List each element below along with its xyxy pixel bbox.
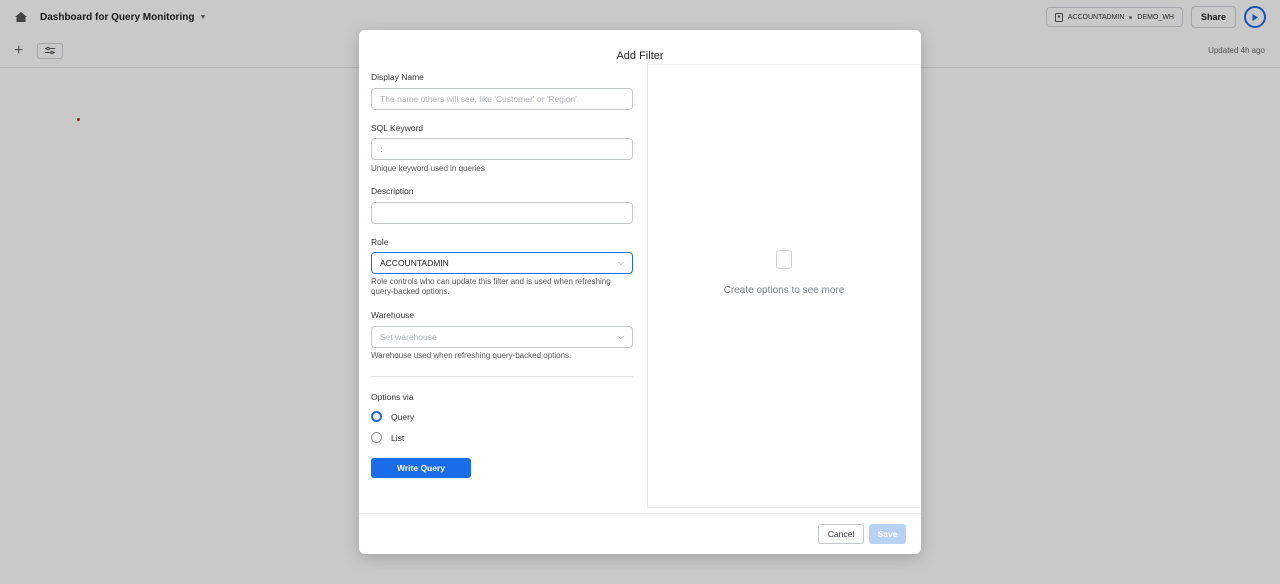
radio-selected-icon[interactable] bbox=[371, 411, 382, 422]
add-filter-dialog: Add Filter Display Name The name others … bbox=[359, 30, 921, 554]
dialog-footer: Cancel Save bbox=[359, 513, 921, 554]
sql-keyword-help: Unique keyword used in queries bbox=[371, 164, 485, 173]
write-query-button[interactable]: Write Query bbox=[371, 458, 471, 478]
role-help: Role controls who can update this filter… bbox=[371, 277, 611, 296]
role-value: ACCOUNTADMIN bbox=[380, 258, 449, 268]
dialog-title: Add Filter bbox=[616, 50, 664, 62]
options-radio-list[interactable]: List bbox=[371, 432, 404, 443]
warehouse-label: Warehouse bbox=[371, 310, 415, 320]
sql-keyword-input[interactable]: : bbox=[371, 138, 633, 160]
warehouse-placeholder: Set warehouse bbox=[380, 332, 437, 342]
chevron-down-icon: ⌵ bbox=[617, 332, 624, 341]
radio-label-list: List bbox=[391, 432, 405, 443]
chevron-down-icon: ⌵ bbox=[617, 258, 624, 267]
form-divider bbox=[371, 376, 633, 377]
description-label: Description bbox=[371, 186, 414, 196]
sql-keyword-value: : bbox=[380, 144, 383, 154]
role-select[interactable]: ACCOUNTADMIN ⌵ bbox=[371, 252, 633, 274]
options-via-label: Options via bbox=[371, 392, 414, 402]
display-name-label: Display Name bbox=[371, 72, 424, 82]
options-preview-panel: Create options to see more bbox=[647, 64, 920, 508]
description-input[interactable] bbox=[371, 202, 633, 224]
warehouse-select[interactable]: Set warehouse ⌵ bbox=[371, 326, 633, 348]
empty-state-text: Create options to see more bbox=[723, 285, 845, 296]
display-name-input[interactable]: The name others will see, like 'Customer… bbox=[371, 88, 633, 110]
role-label: Role bbox=[371, 237, 389, 247]
radio-label-query: Query bbox=[391, 411, 415, 422]
save-button[interactable]: Save bbox=[869, 524, 906, 544]
options-radio-query[interactable]: Query bbox=[371, 411, 414, 422]
warehouse-help: Warehouse used when refreshing query-bac… bbox=[371, 351, 572, 360]
sql-keyword-label: SQL Keyword bbox=[371, 123, 424, 133]
cancel-button[interactable]: Cancel bbox=[818, 524, 864, 544]
empty-options-icon bbox=[776, 250, 792, 269]
radio-unselected-icon[interactable] bbox=[371, 432, 382, 443]
display-name-placeholder: The name others will see, like 'Customer… bbox=[380, 94, 580, 104]
